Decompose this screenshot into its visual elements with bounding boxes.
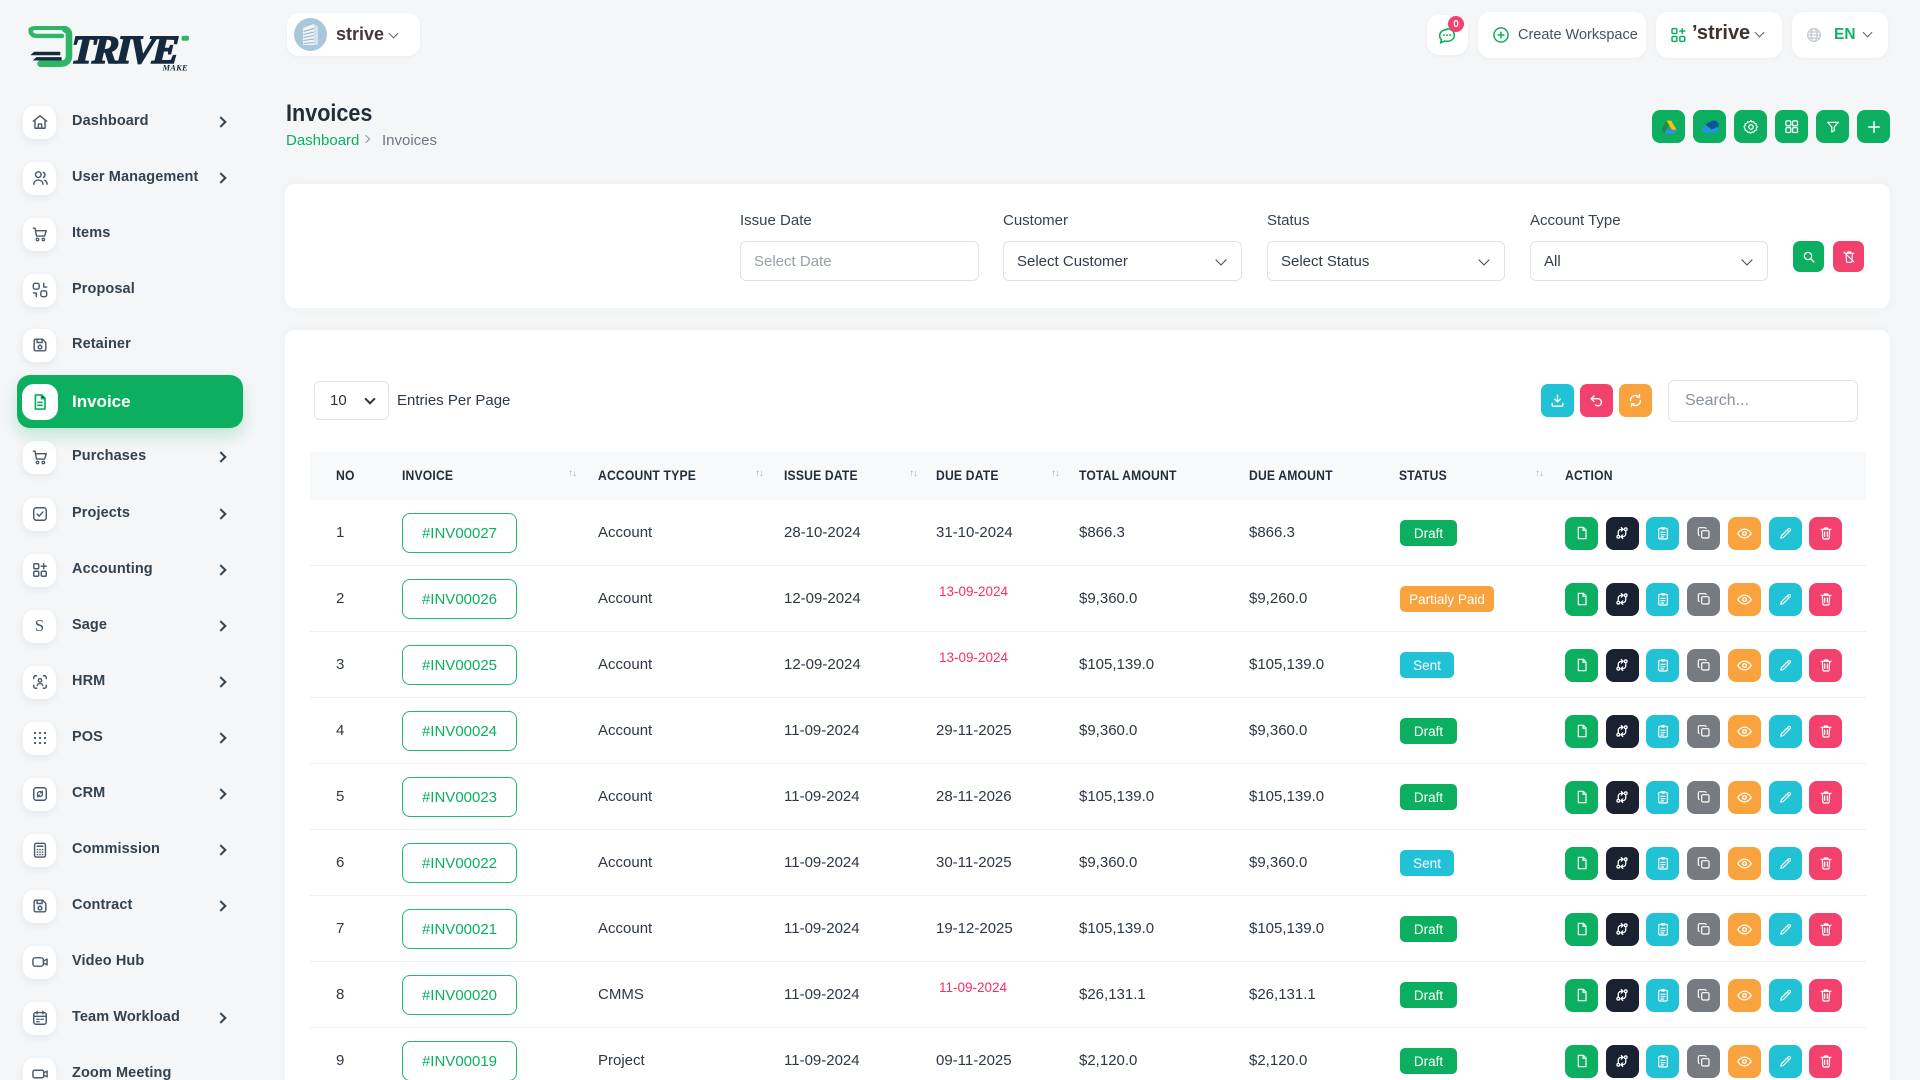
svg-text:MAKE: MAKE	[162, 63, 188, 73]
